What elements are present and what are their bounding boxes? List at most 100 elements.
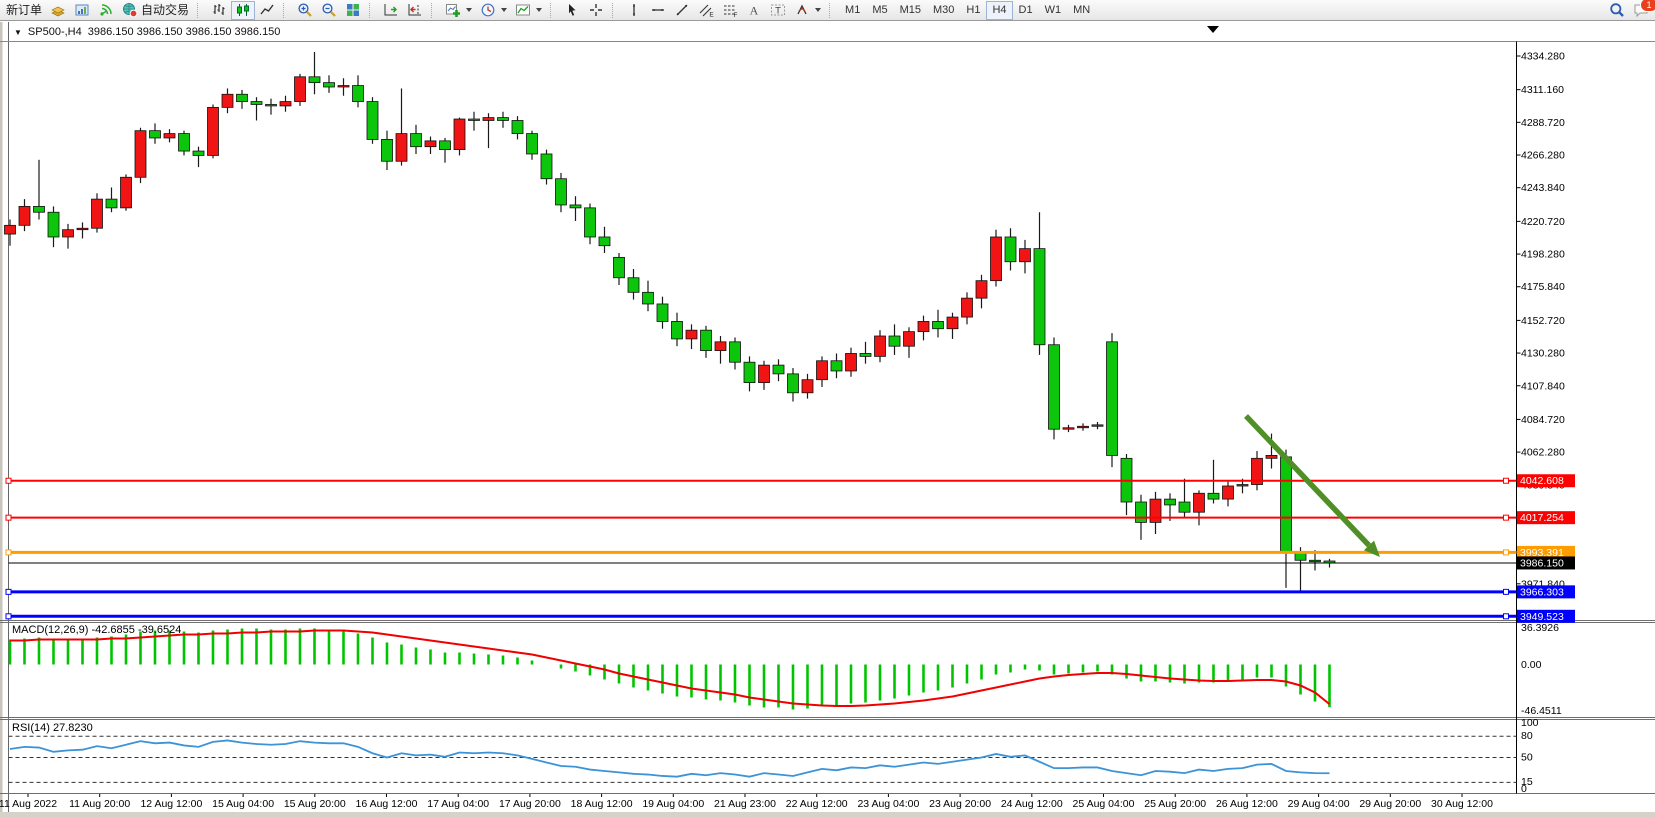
zoom-out-button[interactable] bbox=[317, 1, 341, 20]
timeframe-label: M1 bbox=[843, 1, 862, 20]
zoom-in-button[interactable] bbox=[293, 1, 317, 20]
timeframe-label: M15 bbox=[898, 1, 923, 20]
chevron-down-icon bbox=[466, 8, 472, 12]
channel-icon: E bbox=[698, 2, 714, 18]
timeframe-mn[interactable]: MN bbox=[1067, 1, 1096, 20]
tile-windows-icon bbox=[345, 2, 361, 18]
macd-label: MACD(12,26,9) -42.6855 -39.6524 bbox=[12, 624, 181, 636]
shapes-icon bbox=[794, 2, 810, 18]
chat-button[interactable]: 1 bbox=[1629, 1, 1653, 20]
timeframe-d1[interactable]: D1 bbox=[1013, 1, 1039, 20]
chart-canvas[interactable]: 4334.2804311.1604288.7204266.2804243.840… bbox=[0, 0, 1655, 818]
text-tool-button[interactable]: A bbox=[742, 1, 766, 20]
svg-text:21 Aug 23:00: 21 Aug 23:00 bbox=[714, 798, 776, 810]
timeframe-m1[interactable]: M1 bbox=[839, 1, 866, 20]
timeframe-label: MN bbox=[1071, 1, 1092, 20]
svg-text:29 Aug 04:00: 29 Aug 04:00 bbox=[1288, 798, 1350, 810]
svg-text:11 Aug 20:00: 11 Aug 20:00 bbox=[69, 798, 130, 810]
timeframe-m30[interactable]: M30 bbox=[927, 1, 960, 20]
order-book-button[interactable] bbox=[46, 1, 70, 20]
crosshair-tool-button[interactable] bbox=[584, 1, 608, 20]
timeframe-label: D1 bbox=[1017, 1, 1035, 20]
clock-icon bbox=[480, 2, 496, 18]
vline-icon bbox=[626, 2, 642, 18]
new-order-button[interactable]: 新订单 bbox=[2, 1, 46, 20]
horizontal-line-tool-button[interactable] bbox=[646, 1, 670, 20]
svg-text:4042.608: 4042.608 bbox=[1520, 475, 1564, 487]
svg-text:25 Aug 20:00: 25 Aug 20:00 bbox=[1144, 798, 1206, 810]
vertical-line-tool-button[interactable] bbox=[622, 1, 646, 20]
svg-text:26 Aug 12:00: 26 Aug 12:00 bbox=[1216, 798, 1278, 810]
trendline-tool-button[interactable] bbox=[670, 1, 694, 20]
timeframe-h4[interactable]: H4 bbox=[986, 1, 1012, 20]
price-line-label: 4042.608 bbox=[1517, 474, 1575, 487]
arrows-tool-button[interactable] bbox=[790, 1, 825, 20]
timeframe-label: H4 bbox=[990, 1, 1008, 20]
auto-trading-label: 自动交易 bbox=[141, 1, 189, 20]
svg-text:3986.150: 3986.150 bbox=[1520, 557, 1564, 569]
fibonacci-icon: F bbox=[722, 2, 738, 18]
gold-docs-icon bbox=[50, 2, 66, 18]
equidistant-channel-tool-button[interactable]: E bbox=[694, 1, 718, 20]
svg-text:80: 80 bbox=[1521, 730, 1533, 742]
timeframe-label: H1 bbox=[964, 1, 982, 20]
text-a-icon: A bbox=[746, 2, 762, 18]
timeframe-m5[interactable]: M5 bbox=[866, 1, 893, 20]
toolbar-separator bbox=[369, 3, 376, 18]
auto-trading-button[interactable]: 自动交易 bbox=[118, 1, 193, 20]
shift-chart-icon bbox=[407, 2, 423, 18]
market-watch-button[interactable] bbox=[70, 1, 94, 20]
search-button[interactable] bbox=[1605, 1, 1629, 20]
svg-text:4266.280: 4266.280 bbox=[1521, 150, 1565, 162]
timeframe-label: M30 bbox=[931, 1, 956, 20]
svg-text:4130.280: 4130.280 bbox=[1521, 348, 1565, 360]
candles-chart-icon bbox=[235, 2, 251, 18]
bars-chart-icon bbox=[211, 2, 227, 18]
svg-text:16 Aug 12:00: 16 Aug 12:00 bbox=[356, 798, 418, 810]
candle-chart-mode-button[interactable] bbox=[231, 1, 255, 20]
chart-title-bar: ▼ SP500-,H4 3986.150 3986.150 3986.150 3… bbox=[14, 26, 280, 38]
svg-text:4084.720: 4084.720 bbox=[1521, 414, 1565, 426]
auto-scroll-button[interactable] bbox=[379, 1, 403, 20]
timeframe-h1[interactable]: H1 bbox=[960, 1, 986, 20]
tile-windows-button[interactable] bbox=[341, 1, 365, 20]
toolbar-separator bbox=[283, 3, 290, 18]
svg-text:4152.720: 4152.720 bbox=[1521, 315, 1565, 327]
timeframe-m15[interactable]: M15 bbox=[894, 1, 927, 20]
chart-shift-button[interactable] bbox=[403, 1, 427, 20]
svg-text:4243.840: 4243.840 bbox=[1521, 182, 1565, 194]
svg-text:4175.840: 4175.840 bbox=[1521, 281, 1565, 293]
cursor-icon bbox=[564, 2, 580, 18]
crosshair-icon bbox=[588, 2, 604, 18]
svg-text:22 Aug 12:00: 22 Aug 12:00 bbox=[786, 798, 848, 810]
timeframe-label: M5 bbox=[870, 1, 889, 20]
new-chart-button[interactable] bbox=[441, 1, 476, 20]
chart-expander-icon[interactable]: ▼ bbox=[14, 28, 22, 37]
svg-text:4334.280: 4334.280 bbox=[1521, 51, 1565, 63]
bar-chart-mode-button[interactable] bbox=[207, 1, 231, 20]
templates-button[interactable] bbox=[511, 1, 546, 20]
fibonacci-tool-button[interactable]: F bbox=[718, 1, 742, 20]
hline-icon bbox=[650, 2, 666, 18]
periods-button[interactable] bbox=[476, 1, 511, 20]
notification-badge: 1 bbox=[1640, 0, 1655, 12]
svg-text:3949.523: 3949.523 bbox=[1520, 611, 1564, 623]
timeframe-w1[interactable]: W1 bbox=[1039, 1, 1068, 20]
cursor-tool-button[interactable] bbox=[560, 1, 584, 20]
svg-text:A: A bbox=[750, 4, 759, 18]
line-chart-mode-button[interactable] bbox=[255, 1, 279, 20]
chart-symbol-period: SP500-,H4 bbox=[28, 26, 82, 38]
text-label-tool-button[interactable]: T bbox=[766, 1, 790, 20]
svg-text:25 Aug 04:00: 25 Aug 04:00 bbox=[1073, 798, 1135, 810]
timeframe-label: W1 bbox=[1043, 1, 1064, 20]
svg-text:100: 100 bbox=[1521, 717, 1539, 729]
toolbar-separator bbox=[197, 3, 204, 18]
svg-text:3966.303: 3966.303 bbox=[1520, 586, 1564, 598]
trendline-icon bbox=[674, 2, 690, 18]
svg-text:11 Aug 2022: 11 Aug 2022 bbox=[0, 798, 57, 810]
svg-text:0: 0 bbox=[1521, 783, 1527, 795]
signals-button[interactable] bbox=[94, 1, 118, 20]
signal-icon bbox=[98, 2, 114, 18]
template-chart-icon bbox=[515, 2, 531, 18]
chevron-down-icon bbox=[536, 8, 542, 12]
